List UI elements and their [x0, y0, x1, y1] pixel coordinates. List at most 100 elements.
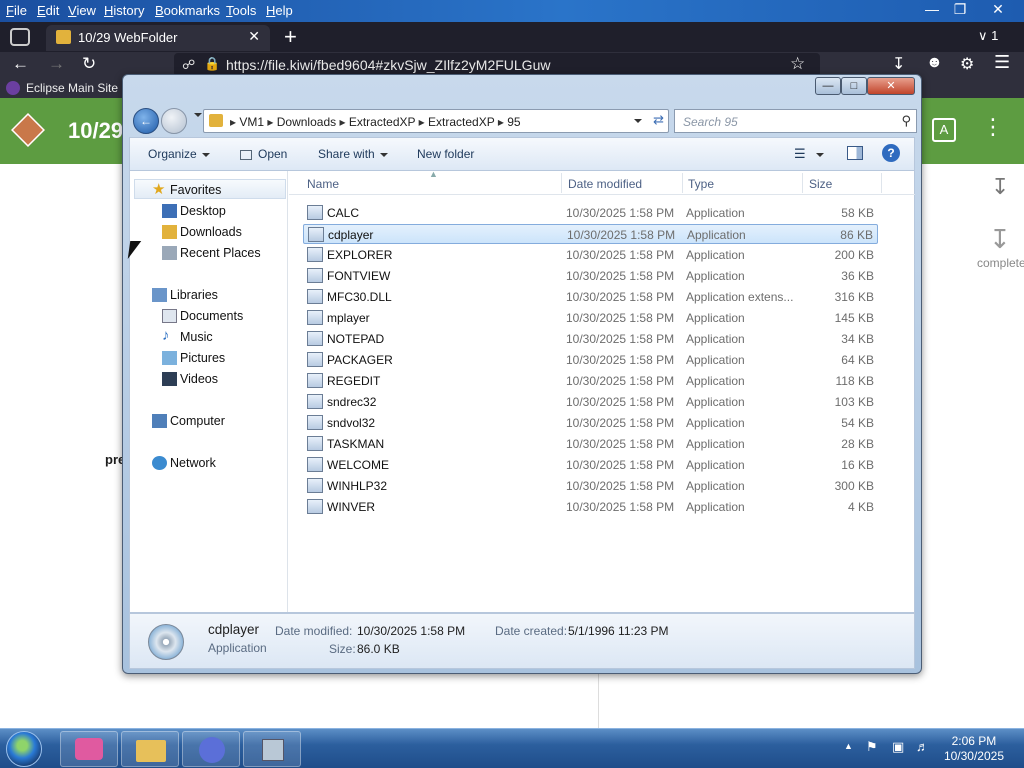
application-icon [307, 331, 323, 346]
close-icon[interactable]: ✕ [984, 0, 1012, 20]
file-row[interactable]: WELCOME 10/30/2025 1:58 PM Application 16 K… [303, 455, 878, 475]
menu-help[interactable]: Help [266, 3, 293, 18]
column-divider[interactable] [802, 173, 803, 193]
translate-icon[interactable]: A [932, 118, 956, 142]
column-type[interactable]: Type [688, 177, 714, 191]
minimize-icon[interactable]: — [918, 0, 946, 20]
clock[interactable]: 2:06 PM 10/30/2025 [944, 734, 1004, 764]
organize-button[interactable]: Organize [148, 147, 210, 161]
crumb-downloads[interactable]: Downloads [277, 115, 336, 129]
recent-pages-icon[interactable] [194, 113, 202, 117]
crumb-extractedxp-2[interactable]: ExtractedXP [428, 115, 494, 129]
file-row[interactable]: FONTVIEW 10/30/2025 1:58 PM Application 36 … [303, 266, 878, 286]
extensions-icon[interactable]: ⚙ [960, 54, 974, 74]
file-row[interactable]: EXPLORER 10/30/2025 1:58 PM Application 200… [303, 245, 878, 265]
file-row[interactable]: REGEDIT 10/30/2025 1:58 PM Application 118 … [303, 371, 878, 391]
open-button[interactable]: Open [240, 147, 287, 161]
address-bar[interactable]: ▸ VM1 ▸ Downloads ▸ ExtractedXP ▸ Extrac… [203, 109, 669, 133]
explorer-back-icon[interactable]: ← [133, 108, 159, 134]
column-name[interactable]: Name [307, 177, 339, 191]
column-date[interactable]: Date modified [568, 177, 642, 191]
nav-favorites[interactable]: ★ Favorites [152, 181, 221, 198]
menu-file[interactable]: File [6, 3, 27, 18]
nav-network[interactable]: Network [152, 456, 216, 470]
nav-desktop[interactable]: Desktop [162, 204, 226, 218]
reload-icon[interactable]: ↻ [82, 54, 96, 74]
share-with-button[interactable]: Share with [318, 147, 388, 161]
volume-icon[interactable]: ♬ [916, 739, 929, 754]
file-row[interactable]: sndvol32 10/30/2025 1:58 PM Application 54 … [303, 413, 878, 433]
flag-icon[interactable]: ⚑ [866, 739, 878, 755]
refresh-icon[interactable]: ⇄ [653, 112, 664, 128]
address-dropdown-icon[interactable] [634, 119, 642, 123]
file-row[interactable]: MFC30.DLL 10/30/2025 1:58 PM Application e… [303, 287, 878, 307]
taskbar-app-1[interactable] [60, 731, 118, 767]
search-box[interactable]: Search 95 ⚲ [674, 109, 917, 133]
crumb-95[interactable]: 95 [507, 115, 520, 129]
nav-recent-places[interactable]: Recent Places [162, 246, 261, 260]
nav-libraries[interactable]: Libraries [152, 288, 218, 302]
taskbar-app-3[interactable] [182, 731, 240, 767]
download-icon[interactable]: ↧ [991, 174, 1009, 200]
preview-pane-icon[interactable] [847, 146, 863, 160]
show-hidden-icons[interactable]: ▲ [844, 741, 853, 751]
search-icon[interactable]: ⚲ [901, 113, 911, 129]
explorer-forward-icon[interactable] [161, 108, 187, 134]
url-text[interactable]: https://file.kiwi/fbed9604#zkvSjw_ZIlfz2… [226, 57, 550, 73]
column-divider[interactable] [561, 173, 562, 193]
hamburger-menu-icon[interactable]: ☰ [994, 52, 1010, 73]
file-row[interactable]: cdplayer 10/30/2025 1:58 PM Application 86 … [303, 224, 878, 244]
network-tray-icon[interactable]: ▣ [892, 739, 904, 755]
tab-close-icon[interactable]: ✕ [248, 28, 260, 45]
file-row[interactable]: mplayer 10/30/2025 1:58 PM Application 145 … [303, 308, 878, 328]
crumb-vm1[interactable]: VM1 [239, 115, 264, 129]
file-row[interactable]: PACKAGER 10/30/2025 1:58 PM Application 64 … [303, 350, 878, 370]
restore-icon[interactable]: ❐ [946, 0, 974, 20]
file-row[interactable]: WINVER 10/30/2025 1:58 PM Application 4 KB [303, 497, 878, 517]
menu-edit[interactable]: Edit [37, 3, 59, 18]
explorer-close-icon[interactable]: ✕ [867, 77, 915, 95]
menu-history[interactable]: History [104, 3, 144, 18]
tab-webfolder[interactable]: 10/29 WebFolder ✕ [46, 25, 270, 51]
tab-list-button[interactable]: ∨ 1 [978, 28, 998, 44]
file-row[interactable]: TASKMAN 10/30/2025 1:58 PM Application 28 K… [303, 434, 878, 454]
lock-icon[interactable]: 🔒 [204, 56, 220, 72]
forward-icon[interactable]: → [48, 54, 65, 74]
change-view-icon[interactable]: ☰ [794, 146, 824, 162]
tab-overview-icon[interactable] [10, 28, 30, 46]
bookmark-star-icon[interactable]: ☆ [790, 54, 805, 74]
more-options-icon[interactable]: ⋮ [982, 116, 1004, 138]
address-row: ← ▸ VM1 ▸ Downloads ▸ ExtractedXP ▸ Extr… [129, 105, 917, 137]
column-size[interactable]: Size [809, 177, 832, 191]
nav-music[interactable]: ♪ Music [162, 327, 213, 344]
new-tab-icon[interactable]: + [284, 24, 297, 50]
nav-videos[interactable]: Videos [162, 372, 218, 386]
crumb-extractedxp-1[interactable]: ExtractedXP [349, 115, 415, 129]
downloads-icon[interactable]: ↧ [892, 54, 905, 74]
taskbar-app-4[interactable] [243, 731, 301, 767]
back-icon[interactable]: ← [12, 54, 29, 74]
menu-view[interactable]: View [68, 3, 96, 18]
account-icon[interactable]: ☻ [926, 54, 943, 72]
file-row[interactable]: CALC 10/30/2025 1:58 PM Application 58 KB [303, 203, 878, 223]
menu-bookmarks[interactable]: Bookmarks [155, 3, 220, 18]
nav-downloads[interactable]: Downloads [162, 225, 242, 239]
menu-tools[interactable]: Tools [226, 3, 256, 18]
column-divider[interactable] [682, 173, 683, 193]
explorer-minimize-icon[interactable]: — [815, 77, 841, 95]
file-row[interactable]: WINHLP32 10/30/2025 1:58 PM Application 300… [303, 476, 878, 496]
file-row[interactable]: NOTEPAD 10/30/2025 1:58 PM Application 34 K… [303, 329, 878, 349]
help-icon[interactable]: ? [882, 144, 900, 162]
nav-documents[interactable]: Documents [162, 309, 243, 323]
bookmark-eclipse[interactable]: Eclipse Main Site [26, 81, 118, 95]
nav-pictures[interactable]: Pictures [162, 351, 225, 365]
new-folder-button[interactable]: New folder [417, 147, 474, 161]
explorer-maximize-icon[interactable]: □ [841, 77, 867, 95]
nav-computer[interactable]: Computer [152, 414, 225, 428]
start-button-icon[interactable] [6, 731, 42, 767]
column-divider[interactable] [881, 173, 882, 193]
shield-icon[interactable]: ☍ [182, 57, 195, 73]
taskbar-explorer[interactable] [121, 731, 179, 767]
application-icon [307, 457, 323, 472]
file-row[interactable]: sndrec32 10/30/2025 1:58 PM Application 103… [303, 392, 878, 412]
